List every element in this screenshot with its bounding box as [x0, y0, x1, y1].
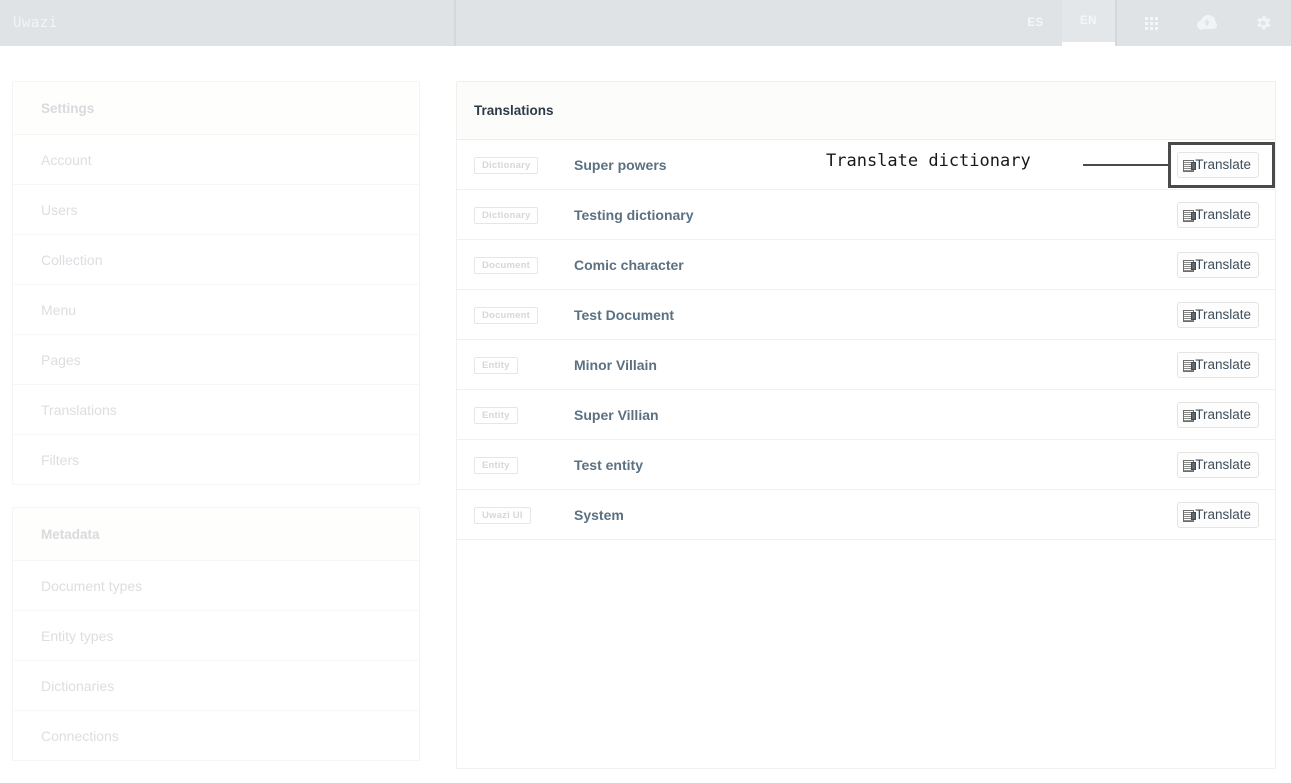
translate-icon [1183, 459, 1197, 472]
sidebar-group-title-settings: Settings [13, 82, 419, 135]
type-badge: Document [474, 307, 539, 324]
translate-icon [1183, 159, 1197, 172]
row-title[interactable]: Test entity [574, 457, 1177, 473]
sidebar-item-collection[interactable]: Collection [13, 235, 419, 285]
translate-button-label: Translate [1195, 457, 1251, 472]
type-badge: Dictionary [474, 207, 539, 224]
translate-button[interactable]: Translate [1177, 401, 1259, 428]
sidebar-item-users[interactable]: Users [13, 185, 419, 235]
translate-icon [1183, 209, 1197, 222]
language-button-en[interactable]: EN [1062, 0, 1115, 46]
language-selector: ES EN [1009, 0, 1115, 46]
topbar-icon-group [1115, 0, 1291, 46]
translate-button-label: Translate [1195, 157, 1251, 172]
sidebar-item-translations[interactable]: Translations [13, 385, 419, 435]
sidebar-item-dictionaries[interactable]: Dictionaries [13, 661, 419, 711]
translate-button[interactable]: Translate [1177, 451, 1259, 478]
translate-icon [1183, 409, 1197, 422]
annotation-leader-line [1083, 164, 1169, 166]
translate-button-label: Translate [1195, 207, 1251, 222]
translate-button-label: Translate [1195, 507, 1251, 522]
language-button-es[interactable]: ES [1009, 0, 1062, 46]
panel-title: Translations [457, 82, 1275, 140]
badge-cell: Uwazi UI [474, 505, 574, 524]
brand-zone: Uwazi [0, 0, 456, 46]
translate-icon [1183, 259, 1197, 272]
translate-button-label: Translate [1195, 307, 1251, 322]
translate-button[interactable]: Translate [1177, 301, 1259, 328]
translate-button[interactable]: Translate [1177, 151, 1259, 178]
badge-cell: Dictionary [474, 155, 574, 174]
settings-button[interactable] [1235, 0, 1291, 46]
type-badge: Entity [474, 457, 518, 474]
badge-cell: Document [474, 255, 574, 274]
sidebar-item-entity-types[interactable]: Entity types [13, 611, 419, 661]
type-badge: Dictionary [474, 157, 539, 174]
sidebar-item-document-types[interactable]: Document types [13, 561, 419, 611]
row-action: Translate [1177, 351, 1259, 378]
translations-panel: Translations Dictionary Super powers Tra… [456, 81, 1276, 769]
sidebar-group-title-metadata: Metadata [13, 508, 419, 561]
row-action: Translate [1177, 251, 1259, 278]
row-action: Translate [1177, 501, 1259, 528]
row-action: Translate [1177, 451, 1259, 478]
sidebar-group-metadata: Metadata Document types Entity types Dic… [12, 507, 420, 761]
table-row: Entity Super Villian Translate [457, 390, 1275, 440]
translate-button-label: Translate [1195, 357, 1251, 372]
settings-sidebar: Settings Account Users Collection Menu P… [12, 81, 420, 783]
sidebar-item-menu[interactable]: Menu [13, 285, 419, 335]
table-row: Entity Test entity Translate [457, 440, 1275, 490]
table-row: Uwazi UI System Translate [457, 490, 1275, 540]
table-row: Entity Minor Villain Translate [457, 340, 1275, 390]
translate-button-label: Translate [1195, 407, 1251, 422]
row-title[interactable]: Testing dictionary [574, 207, 1177, 223]
badge-cell: Entity [474, 455, 574, 474]
badge-cell: Dictionary [474, 205, 574, 224]
annotation-label: Translate dictionary [826, 151, 1031, 171]
table-row: Dictionary Testing dictionary Translate [457, 190, 1275, 240]
translate-button[interactable]: Translate [1177, 351, 1259, 378]
translate-button[interactable]: Translate [1177, 201, 1259, 228]
sidebar-item-pages[interactable]: Pages [13, 335, 419, 385]
row-title[interactable]: System [574, 507, 1177, 523]
translate-button-label: Translate [1195, 257, 1251, 272]
upload-button[interactable] [1179, 0, 1235, 46]
type-badge: Document [474, 257, 539, 274]
row-title[interactable]: Super Villian [574, 407, 1177, 423]
badge-cell: Entity [474, 405, 574, 424]
table-row: Document Comic character Translate [457, 240, 1275, 290]
sidebar-item-connections[interactable]: Connections [13, 711, 419, 760]
grid-icon [1144, 16, 1158, 30]
row-title[interactable]: Comic character [574, 257, 1177, 273]
row-title[interactable]: Minor Villain [574, 357, 1177, 373]
sidebar-group-settings: Settings Account Users Collection Menu P… [12, 81, 420, 485]
sidebar-item-filters[interactable]: Filters [13, 435, 419, 484]
row-action: Translate [1177, 401, 1259, 428]
sidebar-item-account[interactable]: Account [13, 135, 419, 185]
translate-button[interactable]: Translate [1177, 251, 1259, 278]
row-action: Translate [1177, 151, 1259, 178]
page-body: Settings Account Users Collection Menu P… [0, 46, 1291, 769]
row-action: Translate [1177, 201, 1259, 228]
badge-cell: Document [474, 305, 574, 324]
row-title[interactable]: Test Document [574, 307, 1177, 323]
badge-cell: Entity [474, 355, 574, 374]
translate-icon [1183, 359, 1197, 372]
gear-icon [1254, 14, 1272, 32]
top-navigation-bar: Uwazi ES EN [0, 0, 1291, 46]
type-badge: Uwazi UI [474, 507, 531, 524]
translate-icon [1183, 309, 1197, 322]
table-row: Document Test Document Translate [457, 290, 1275, 340]
cloud-upload-icon [1197, 15, 1217, 31]
row-action: Translate [1177, 301, 1259, 328]
type-badge: Entity [474, 357, 518, 374]
translate-icon [1183, 509, 1197, 522]
app-brand-logo[interactable]: Uwazi [13, 15, 58, 31]
translate-button[interactable]: Translate [1177, 501, 1259, 528]
type-badge: Entity [474, 407, 518, 424]
library-button[interactable] [1123, 0, 1179, 46]
